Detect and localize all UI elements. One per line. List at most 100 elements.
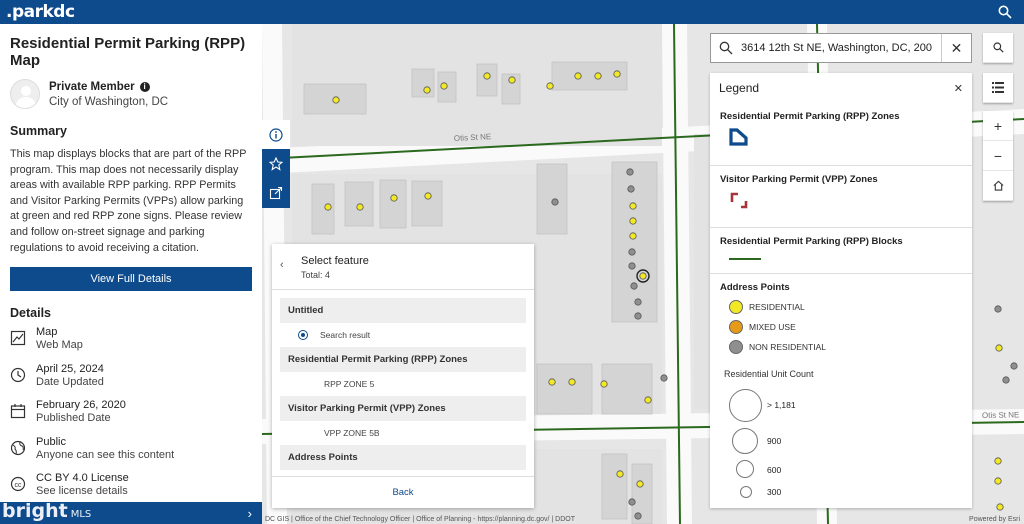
info-icon[interactable]: i [139,81,150,92]
size-circle [729,389,762,422]
page-title: Residential Permit Parking (RPP) Map [10,35,246,69]
chevron-left-icon[interactable]: ‹ [280,259,284,271]
rpp-block-swatch [729,258,761,260]
unit-count-scale: > 1,181 900 600 [720,379,962,489]
plus-icon: + [993,117,1003,134]
size-label: 300 [767,487,782,497]
legend-label: Residential Permit Parking (RPP) Zones [720,111,900,122]
search-icon [992,42,1004,53]
detail-row: February 26, 2020 Published Date [10,399,252,436]
legend-rpp-zones: Residential Permit Parking (RPP) Zones [710,103,972,165]
owner-org: City of Washington, DC [49,95,169,108]
details-list: Map Web Map April 25, 2024 Date Updated Fe… [10,326,252,509]
select-feature-popup: ‹ Select feature Total: 4 Untitled Searc… [272,244,534,508]
share-icon [269,186,283,199]
esri-attribution[interactable]: Powered by Esri [969,516,1020,523]
view-full-details-button[interactable]: View Full Details [10,267,252,292]
summary-heading: Summary [10,124,67,138]
size-label: 600 [767,465,782,475]
detail-main: April 25, 2024 [36,362,104,375]
list-icon [992,82,1004,93]
detail-sub: Web Map [36,339,83,352]
zoom-in-button[interactable]: + [983,111,1013,141]
clear-search-button[interactable]: ✕ [941,34,971,62]
search-icon [719,41,733,55]
zoom-controls: + − [983,111,1013,201]
info-tool-button[interactable] [262,120,290,149]
address-search[interactable]: ✕ [710,33,972,63]
detail-row: Map Web Map [10,326,252,363]
detail-row: April 25, 2024 Date Updated [10,363,252,400]
legend-row: RESIDENTIAL [720,297,962,317]
map-icon [10,331,26,346]
legend-button[interactable] [983,73,1013,103]
legend-rpp-blocks: Residential Permit Parking (RPP) Blocks [710,227,972,273]
home-icon [993,180,1003,191]
street-label: Otis St NE [982,410,1019,420]
chevron-right-icon[interactable]: › [248,506,252,521]
size-circle [736,460,754,478]
back-button[interactable]: Back [272,476,534,508]
legend-widget-toggle [983,73,1013,103]
residential-swatch [729,300,743,314]
calendar-icon [10,404,26,419]
size-label: > 1,181 [767,400,796,410]
summary-text: This map displays blocks that are part o… [10,148,247,254]
legend-vpp-zones: Visitor Parking Permit (VPP) Zones [710,165,972,227]
vpp-zone-swatch-icon [730,192,748,209]
search-tool-button[interactable] [983,33,1013,63]
legend-title: Legend [719,81,760,95]
popup-total: Total: 4 [301,270,331,280]
feature-item[interactable]: RPP ZONE 5 [280,372,526,396]
search-input[interactable] [741,42,936,54]
legend-label: Address Points [720,282,790,293]
detail-main: CC BY 4.0 License [36,472,129,485]
license-icon: cc [10,477,26,492]
mixed-use-swatch [729,320,743,334]
favorite-button[interactable] [262,149,290,178]
details-panel: Residential Permit Parking (RPP) Map Pri… [0,24,262,524]
search-icon[interactable] [998,5,1012,19]
legend-address-points: Address Points RESIDENTIAL MIXED USE NON… [710,273,972,499]
info-icon [269,127,283,142]
detail-main: February 26, 2020 [36,399,126,412]
avatar [10,79,40,109]
legend-row: NON RESIDENTIAL [720,337,962,357]
detail-row: Public Anyone can see this content [10,436,252,473]
popup-title: Select feature [301,255,369,267]
detail-sub[interactable]: See license details [36,485,129,498]
star-icon [269,156,283,171]
globe-icon [10,440,26,455]
size-circle [732,428,758,454]
parkdc-logo[interactable]: .parkdc [6,2,75,22]
legend-label: Residential Permit Parking (RPP) Blocks [720,236,903,247]
details-heading: Details [10,306,51,321]
feature-group: Address Points [280,445,526,470]
share-button[interactable] [262,178,290,207]
feature-group: Residential Permit Parking (RPP) Zones [280,347,526,372]
feature-item[interactable]: VPP ZONE 5B [280,421,526,445]
size-label: 900 [767,436,782,446]
feature-list: Untitled Search result Residential Permi… [272,290,534,470]
legend-row: MIXED USE [720,317,962,337]
radio-selected-icon[interactable] [298,330,308,340]
minus-icon: − [993,147,1003,164]
zoom-out-button[interactable]: − [983,141,1013,171]
legend-label: Visitor Parking Permit (VPP) Zones [720,174,878,185]
search-widget-toggle [983,33,1013,63]
feature-group: Untitled [280,298,526,323]
home-button[interactable] [983,171,1013,201]
feature-item[interactable]: Search result [280,323,526,347]
owner-block: Private Member i City of Washington, DC [10,79,252,109]
close-icon: ✕ [950,39,963,56]
feature-group: Visitor Parking Permit (VPP) Zones [280,396,526,421]
close-legend-button[interactable]: ✕ [954,82,963,95]
legend-panel: Legend ✕ Residential Permit Parking (RPP… [710,73,972,508]
detail-sub: Anyone can see this content [36,448,175,461]
map-attribution: DC GIS | Office of the Chief Technology … [265,516,575,523]
rpp-zone-swatch-icon [729,128,748,146]
map-side-toolbar [262,120,290,208]
svg-text:cc: cc [15,482,23,489]
clock-icon [10,367,26,382]
detail-sub: Date Updated [36,375,104,388]
